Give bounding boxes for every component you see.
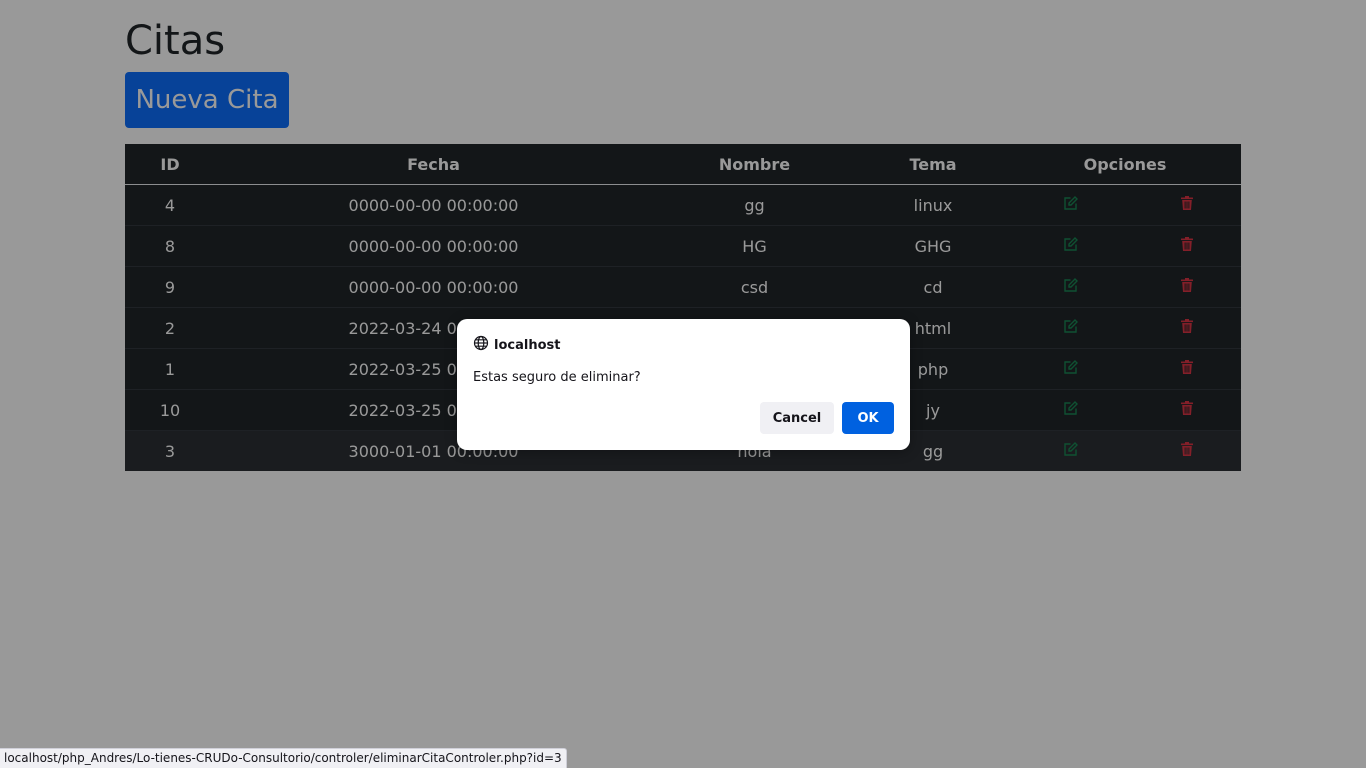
ok-button[interactable]: OK [842,402,894,434]
globe-icon [473,335,489,355]
cancel-button[interactable]: Cancel [760,402,834,434]
dialog-message: Estas seguro de eliminar? [473,370,641,385]
confirm-dialog: localhost Estas seguro de eliminar? Canc… [457,319,910,450]
status-bar-url: localhost/php_Andres/Lo-tienes-CRUDo-Con… [0,748,567,768]
dialog-origin-label: localhost [494,337,561,353]
dialog-origin: localhost [473,335,560,355]
